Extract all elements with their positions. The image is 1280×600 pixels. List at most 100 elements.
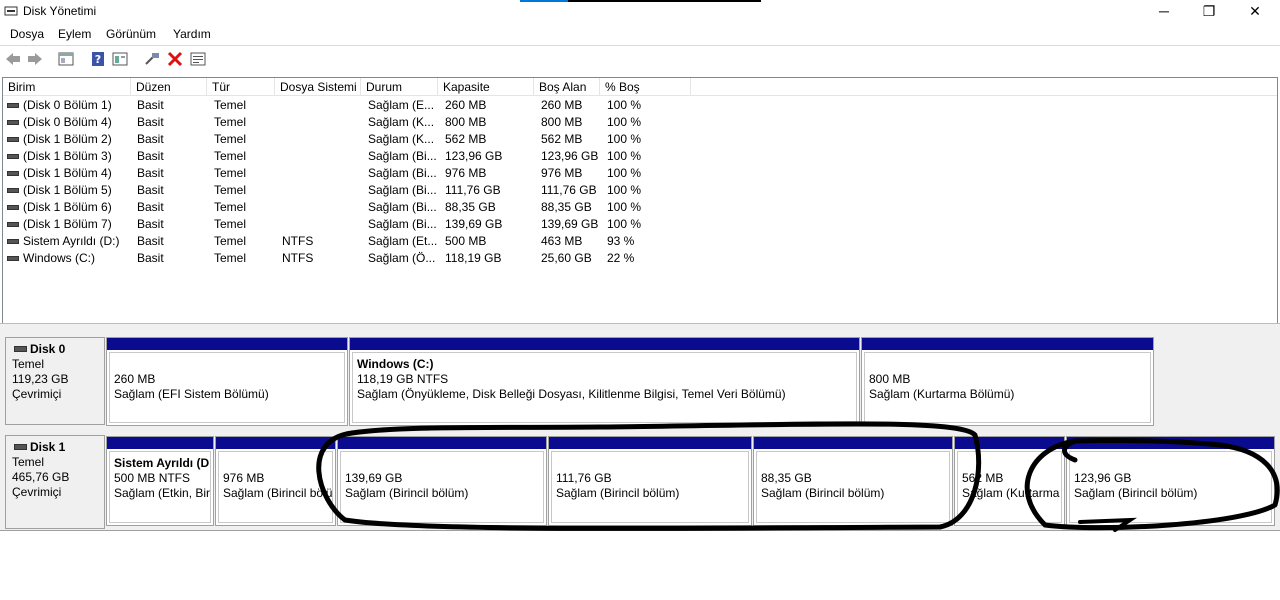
column-dosya-sistemi[interactable]: Dosya Sistemi (275, 78, 361, 96)
menu-yardim[interactable]: Yardım (173, 27, 211, 41)
table-cell: Sağlam (Bi... (368, 183, 437, 197)
column-birim[interactable]: Birim (3, 78, 131, 96)
volume-icon (7, 188, 19, 193)
table-cell: 562 MB (445, 132, 487, 146)
back-icon[interactable] (4, 50, 22, 68)
partition-status: Sağlam (Birincil bölüm) (761, 486, 885, 500)
table-cell: Basit (137, 166, 164, 180)
window-title: Disk Yönetimi (23, 4, 97, 18)
toolbar: ? (0, 45, 1280, 72)
table-cell: Basit (137, 115, 164, 129)
table-row[interactable]: (Disk 1 Bölüm 2) Basit Temel Sağlam (K... 56… (3, 131, 1277, 148)
menu-dosya[interactable]: Dosya (10, 27, 44, 41)
partition-size: 118,19 GB NTFS (357, 372, 449, 386)
table-row[interactable]: Sistem Ayrıldı (D:) Basit Temel NTFS Sağlam … (3, 233, 1277, 250)
table-cell: Sağlam (K... (368, 132, 435, 146)
table-cell: Basit (137, 200, 164, 214)
table-row[interactable]: (Disk 1 Bölüm 4) Basit Temel Sağlam (Bi... 9… (3, 165, 1277, 182)
table-cell: Sağlam (Bi... (368, 166, 437, 180)
table-cell: 800 MB (541, 115, 583, 129)
disk-1-type: Temel (12, 455, 45, 469)
close-button[interactable]: ✕ (1232, 0, 1278, 23)
connect-icon[interactable] (143, 50, 161, 68)
disk-1-partition-system-reserved[interactable]: Sistem Ayrıldı (D 500 MB NTFS Sağlam (Et… (106, 436, 214, 526)
table-cell: Windows (C:) (23, 251, 96, 265)
table-cell: Sistem Ayrıldı (D:) (23, 234, 120, 248)
disk-1-partition-88gb[interactable]: 88,35 GB Sağlam (Birincil bölüm) (753, 436, 953, 526)
table-cell: 463 MB (541, 234, 583, 248)
disk-0-partition-recovery[interactable]: 800 MB Sağlam (Kurtarma Bölümü) (861, 337, 1154, 426)
disk-1-partition-976mb[interactable]: 976 MB Sağlam (Birincil bölüm) (215, 436, 336, 526)
table-cell: (Disk 1 Bölüm 6) (23, 200, 112, 214)
partition-status: Sağlam (EFI Sistem Bölümü) (114, 387, 269, 401)
disk-1-partition-111gb[interactable]: 111,76 GB Sağlam (Birincil bölüm) (548, 436, 752, 526)
table-cell: 100 % (607, 98, 642, 112)
table-cell: Basit (137, 251, 164, 265)
disk-1-partition-139gb[interactable]: 139,69 GB Sağlam (Birincil bölüm) (337, 436, 547, 526)
table-cell: 88,35 GB (445, 200, 496, 214)
table-cell: Sağlam (E... (368, 98, 435, 112)
partition-name: Sistem Ayrıldı (D (114, 456, 210, 470)
partition-status: Sağlam (Birincil bölüm) (556, 486, 680, 500)
table-cell: 100 % (607, 217, 642, 231)
table-cell: 100 % (607, 115, 642, 129)
table-cell: Sağlam (Et... (368, 234, 438, 248)
disk-0-partition-windows[interactable]: Windows (C:) 118,19 GB NTFS Sağlam (Önyü… (349, 337, 860, 426)
delete-icon[interactable] (166, 50, 184, 68)
volume-icon (7, 205, 19, 210)
menu-eylem[interactable]: Eylem (58, 27, 91, 41)
partition-status: Sağlam (Etkin, Biri (114, 486, 211, 500)
table-row[interactable]: (Disk 1 Bölüm 7) Basit Temel Sağlam (Bi... 1… (3, 216, 1277, 233)
forward-icon[interactable] (26, 50, 44, 68)
disk-0-partition-1[interactable]: 260 MB Sağlam (EFI Sistem Bölümü) (106, 337, 348, 426)
help-icon[interactable]: ? (89, 50, 107, 68)
column-durum[interactable]: Durum (361, 78, 438, 96)
disk-1-name: Disk 1 (30, 440, 66, 454)
disk-0-name: Disk 0 (30, 342, 66, 356)
table-cell: Temel (214, 149, 247, 163)
disk-1-info[interactable]: Disk 1 Temel 465,76 GB Çevrimiçi (5, 435, 105, 529)
column-bos-alan[interactable]: Boş Alan (534, 78, 600, 96)
properties-icon[interactable] (111, 50, 129, 68)
partition-status: Sağlam (Önyükleme, Disk Belleği Dosyası,… (357, 387, 786, 401)
table-cell: 88,35 GB (541, 200, 592, 214)
table-row[interactable]: (Disk 1 Bölüm 5) Basit Temel Sağlam (Bi... 1… (3, 182, 1277, 199)
volume-icon (7, 137, 19, 142)
disk-0-info[interactable]: Disk 0 Temel 119,23 GB Çevrimiçi (5, 337, 105, 425)
table-cell: Temel (214, 251, 247, 265)
column-yuzde-bos[interactable]: % Boş (600, 78, 691, 96)
table-cell: Basit (137, 234, 164, 248)
table-cell: (Disk 1 Bölüm 5) (23, 183, 112, 197)
settings-icon[interactable] (189, 50, 207, 68)
disk-management-icon (4, 6, 18, 16)
column-kapasite[interactable]: Kapasite (438, 78, 534, 96)
table-row[interactable]: (Disk 1 Bölüm 6) Basit Temel Sağlam (Bi... 8… (3, 199, 1277, 216)
maximize-button[interactable]: ❐ (1186, 0, 1232, 23)
table-cell: 118,19 GB (445, 251, 502, 265)
table-row[interactable]: (Disk 1 Bölüm 3) Basit Temel Sağlam (Bi... 1… (3, 148, 1277, 165)
table-cell: 500 MB (445, 234, 487, 248)
column-duzen[interactable]: Düzen (131, 78, 207, 96)
partition-size: 111,76 GB (556, 471, 612, 485)
disk-0-size: 119,23 GB (12, 372, 69, 386)
disk-1-partition-562mb[interactable]: 562 MB Sağlam (Kurtarma (954, 436, 1065, 526)
table-cell: NTFS (282, 251, 314, 265)
disk-1-partition-123gb[interactable]: 123,96 GB Sağlam (Birincil bölüm) (1066, 436, 1275, 526)
menu-gorunum[interactable]: Görünüm (106, 27, 156, 41)
column-header: Birim Düzen Tür Dosya Sistemi Durum Kapa… (3, 78, 1277, 96)
table-cell: Basit (137, 149, 164, 163)
column-tur[interactable]: Tür (207, 78, 275, 96)
table-row[interactable]: Windows (C:) Basit Temel NTFS Sağlam (Ö... 11… (3, 250, 1277, 267)
volume-icon (7, 120, 19, 125)
table-cell: Sağlam (Ö... (368, 251, 436, 265)
table-cell: (Disk 0 Bölüm 1) (23, 98, 112, 112)
disk-map-pane: Disk 0 Temel 119,23 GB Çevrimiçi 260 MB … (0, 327, 1280, 531)
table-row[interactable]: (Disk 0 Bölüm 4) Basit Temel Sağlam (K... 80… (3, 114, 1277, 131)
table-row[interactable]: (Disk 0 Bölüm 1) Basit Temel Sağlam (E... 26… (3, 97, 1277, 114)
table-cell: Temel (214, 98, 247, 112)
volume-list[interactable]: Birim Düzen Tür Dosya Sistemi Durum Kapa… (2, 77, 1278, 325)
minimize-button[interactable]: ─ (1141, 0, 1187, 23)
console-tree-icon[interactable] (57, 50, 75, 68)
table-cell: (Disk 1 Bölüm 2) (23, 132, 112, 146)
table-cell: Basit (137, 217, 164, 231)
